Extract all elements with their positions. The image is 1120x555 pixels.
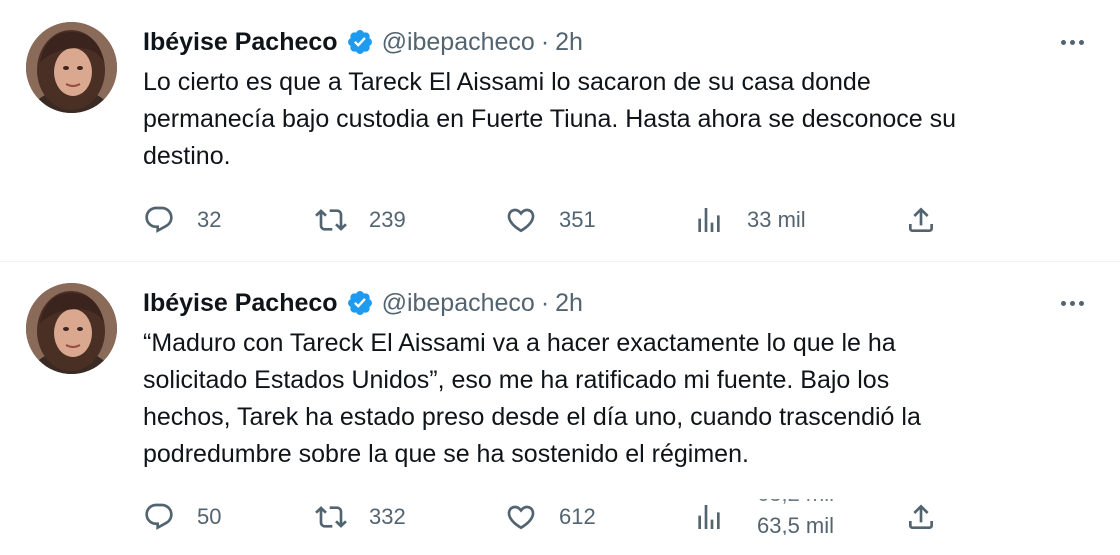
verified-badge-icon[interactable] [346,28,374,56]
views-count: 63,5 mil [757,513,835,535]
views-icon [698,208,720,232]
reply-count: 50 [197,504,222,529]
share-button[interactable] [905,202,937,238]
author-name[interactable]: Ibéyise Pacheco [143,289,338,318]
tweet-text-line: “Maduro con Tareck El Aissami va a hacer… [143,329,896,357]
timestamp[interactable]: 2h [555,289,583,318]
reply-button[interactable]: 32 [143,202,221,238]
views-count-animation: 63,2 mil 63,5 mil [747,499,857,535]
author-handle[interactable]: @ibepacheco [382,289,535,318]
retweet-button[interactable]: 239 [315,202,406,238]
tweet-text-line: podredumbre sobre la que se ha sostenido… [143,440,749,468]
share-icon [909,504,933,529]
views-icon [698,505,720,529]
retweet-icon [315,506,347,528]
separator-dot: · [540,27,550,56]
more-options-icon[interactable] [1054,288,1090,318]
avatar[interactable] [26,22,117,113]
tweet-header: Ibéyise Pacheco @ibepacheco · 2h [143,283,583,323]
reply-count: 32 [197,207,222,232]
views-count-previous: 63,2 mil [757,499,834,507]
like-icon [507,208,535,233]
views-button[interactable]: 63,2 mil 63,5 mil [693,499,857,535]
retweet-count: 239 [369,207,406,232]
tweet[interactable]: Ibéyise Pacheco @ibepacheco · 2h Lo cier… [0,0,1120,262]
like-count: 612 [559,504,596,529]
reply-icon [145,206,173,233]
share-icon [909,207,933,232]
tweet-text-line: hechos, Tarek ha estado preso desde el d… [143,403,921,431]
like-button[interactable]: 612 [505,499,596,535]
reply-button[interactable]: 50 [143,499,221,535]
tweet-header: Ibéyise Pacheco @ibepacheco · 2h [143,22,583,62]
like-icon [507,505,535,530]
author-handle[interactable]: @ibepacheco [382,28,535,57]
retweet-button[interactable]: 332 [315,499,406,535]
tweet[interactable]: Ibéyise Pacheco @ibepacheco · 2h “Maduro… [0,262,1120,555]
avatar[interactable] [26,283,117,374]
author-name[interactable]: Ibéyise Pacheco [143,28,338,57]
timestamp[interactable]: 2h [555,28,583,57]
verified-badge-icon[interactable] [346,289,374,317]
views-button[interactable]: 33 mil [693,202,806,238]
views-count: 33 mil [747,207,806,232]
more-options-icon[interactable] [1054,27,1090,57]
tweet-text: Lo cierto es que a Tareck El Aissami lo … [143,64,1093,175]
tweet-text-line: solicitado Estados Unidos”, eso me ha ra… [143,366,890,394]
retweet-count: 332 [369,504,406,529]
tweet-actions: 50 332 612 63,2 mil 63,5 mil [143,499,943,535]
tweet-actions: 32 239 351 33 mil [143,202,943,238]
separator-dot: · [540,288,550,317]
tweet-text-line: Lo cierto es que a Tareck El Aissami lo … [143,68,871,96]
share-button[interactable] [905,499,937,535]
tweet-text: “Maduro con Tareck El Aissami va a hacer… [143,325,1093,473]
tweet-text-line: permanecía bajo custodia en Fuerte Tiuna… [143,105,957,133]
tweet-text-line: destino. [143,142,231,170]
retweet-icon [315,209,347,231]
reply-icon [145,503,173,530]
like-button[interactable]: 351 [505,202,596,238]
like-count: 351 [559,207,596,232]
